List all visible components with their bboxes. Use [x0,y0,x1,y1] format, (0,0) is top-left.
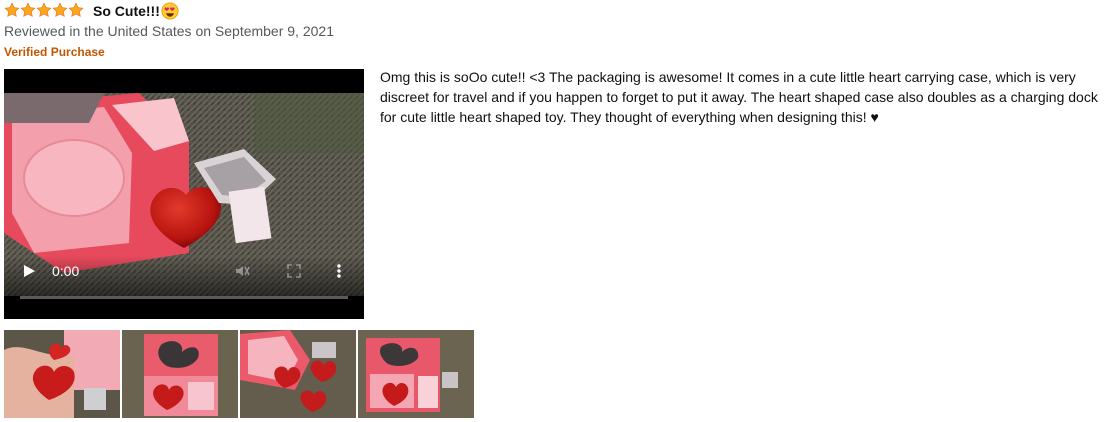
star-icon [20,2,36,18]
review-video-player[interactable]: 0:00 [4,69,364,319]
review-body: Omg this is soOo cute!! <3 The packaging… [380,69,1098,125]
heart-eyes-emoji-icon [161,2,179,20]
star-icon [68,2,84,18]
review-image-thumbnail[interactable] [4,330,120,418]
play-icon[interactable] [22,264,36,278]
review-image-thumbnail[interactable] [122,330,238,418]
review-image-thumbnail[interactable] [358,330,474,418]
fullscreen-icon[interactable] [287,264,301,278]
video-progress-bar[interactable] [20,296,348,299]
verified-purchase-badge: Verified Purchase [4,45,105,59]
volume-icon[interactable] [234,263,250,279]
video-current-time: 0:00 [52,263,80,279]
star-icon [36,2,52,18]
review-image-gallery [4,330,474,418]
star-icon [4,2,20,18]
star-rating [4,2,84,18]
star-icon [52,2,68,18]
review-title[interactable]: So Cute!!! [93,2,160,20]
review-image-thumbnail[interactable] [240,330,356,418]
more-vertical-icon[interactable] [334,263,344,279]
review-date: Reviewed in the United States on Septemb… [4,23,334,39]
